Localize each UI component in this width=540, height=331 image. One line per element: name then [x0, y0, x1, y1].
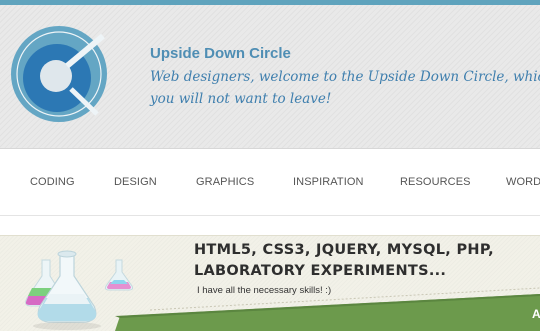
- nav-item-inspiration[interactable]: INSPIRATION: [293, 176, 364, 188]
- site-tagline: Web designers, welcome to the Upside Dow…: [150, 69, 540, 107]
- spacer: [0, 216, 540, 235]
- banner-subline: I have all the necessary skills! :): [197, 285, 332, 296]
- nav-item-design[interactable]: DESIGN: [114, 176, 157, 188]
- flask-icon: [25, 250, 134, 330]
- ribbon-text[interactable]: A: [532, 307, 540, 321]
- banner-headline: HTML5, CSS3, JQUERY, MYSQL, PHP, LABORAT…: [194, 240, 524, 282]
- site-title[interactable]: Upside Down Circle: [150, 45, 291, 62]
- ring-logo-icon[interactable]: [11, 26, 107, 122]
- nav-item-word[interactable]: WORD: [506, 176, 540, 188]
- main-navigation: CODING DESIGN GRAPHICS INSPIRATION RESOU…: [0, 149, 540, 216]
- nav-item-resources[interactable]: RESOURCES: [400, 176, 471, 188]
- nav-item-graphics[interactable]: GRAPHICS: [196, 176, 254, 188]
- banner-headline-line-1: HTML5, CSS3, JQUERY, MYSQL, PHP,: [194, 242, 494, 258]
- featured-banner[interactable]: HTML5, CSS3, JQUERY, MYSQL, PHP, LABORAT…: [0, 235, 540, 331]
- banner-headline-line-2: LABORATORY EXPERIMENTS...: [194, 263, 447, 279]
- nav-item-coding[interactable]: CODING: [30, 176, 75, 188]
- site-header: Upside Down Circle Web designers, welcom…: [0, 5, 540, 149]
